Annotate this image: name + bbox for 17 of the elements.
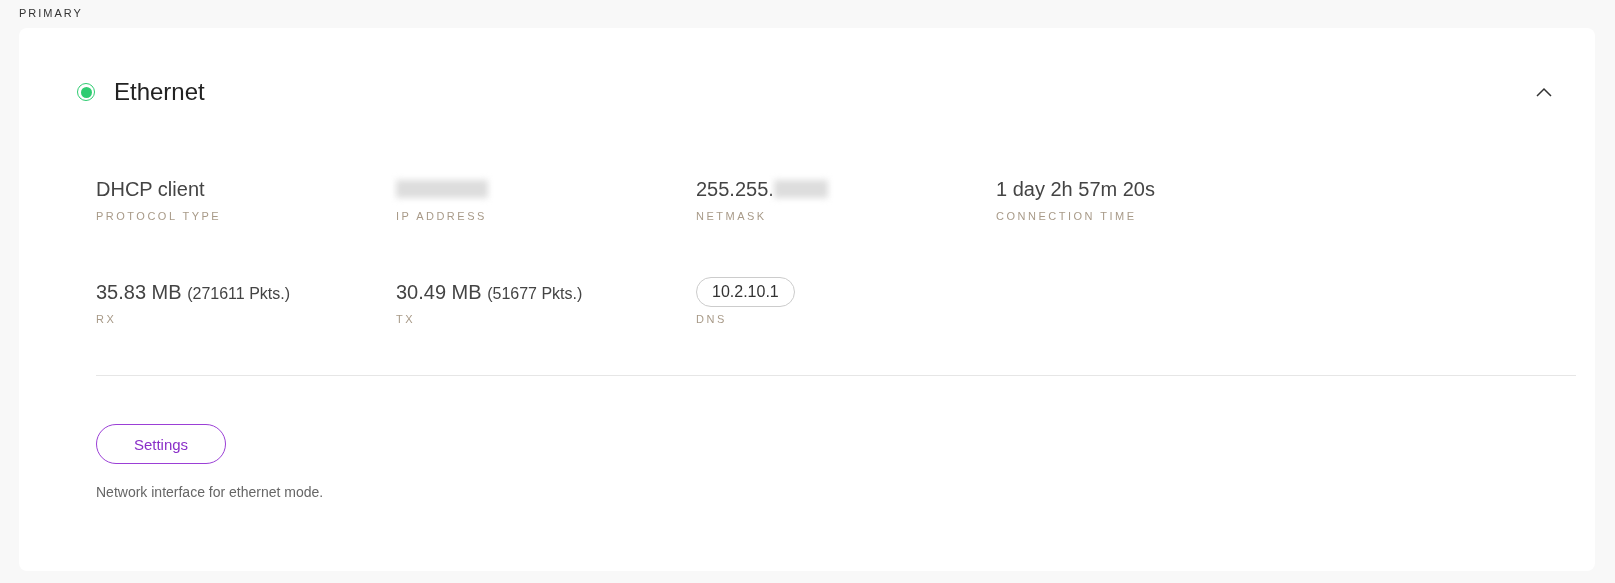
stat-value: DHCP client: [96, 177, 205, 201]
settings-button[interactable]: Settings: [96, 424, 226, 464]
stat-value: 255.255.: [696, 177, 774, 201]
collapse-chevron-icon[interactable]: [1536, 87, 1552, 97]
interface-title: Ethernet: [114, 78, 205, 106]
description-text: Network interface for ethernet mode.: [96, 484, 325, 500]
stat-label: CONNECTION TIME: [996, 210, 1138, 222]
section-label: PRIMARY: [19, 7, 84, 19]
stat-value: 1 day 2h 57m 20s: [996, 177, 1155, 201]
stat-label: TX: [396, 313, 417, 325]
stat-label: IP ADDRESS: [396, 210, 488, 222]
stat-label: DNS: [696, 313, 728, 325]
stat-label: NETMASK: [696, 210, 768, 222]
stat-value: 35.83 MB (271611 Pkts.): [96, 280, 291, 304]
stat-value: 30.49 MB (51677 Pkts.): [396, 280, 583, 304]
stat-label: PROTOCOL TYPE: [96, 210, 223, 222]
stat-label: RX: [96, 313, 118, 325]
